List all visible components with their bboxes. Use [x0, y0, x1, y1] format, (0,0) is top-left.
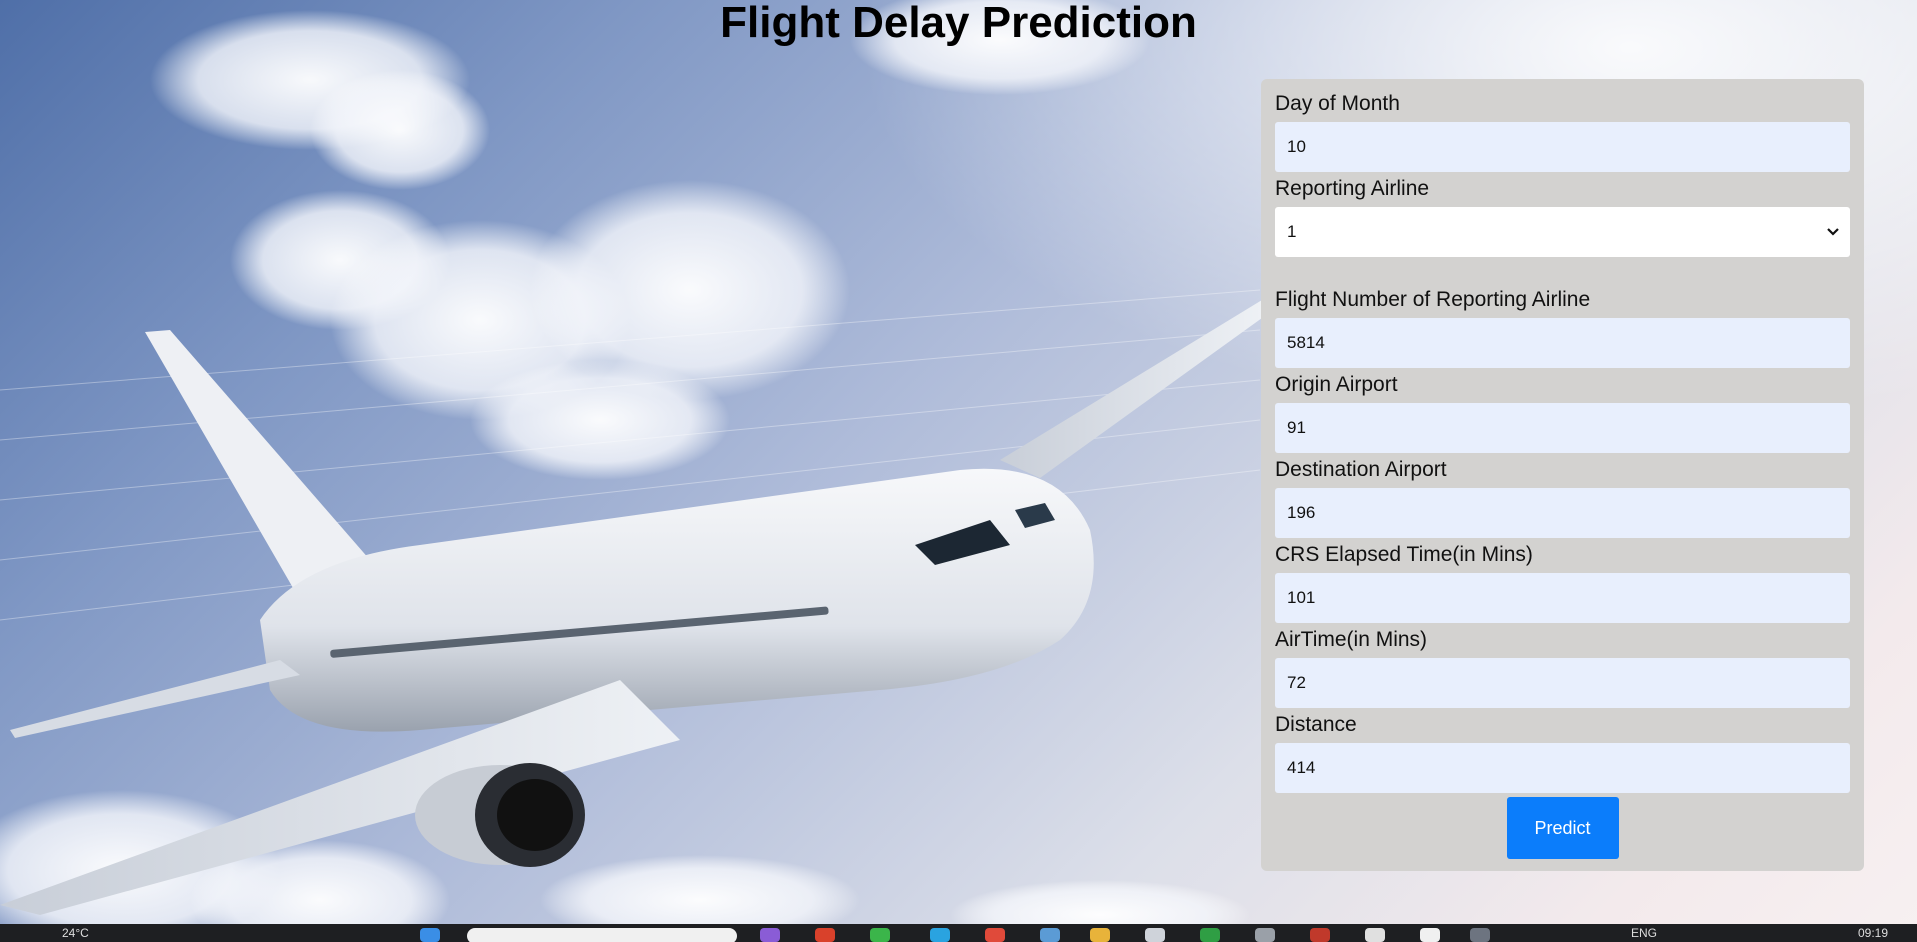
start-menu-icon[interactable]: [420, 928, 440, 942]
page-title: Flight Delay Prediction: [720, 0, 1197, 47]
field-crs-elapsed-time: CRS Elapsed Time(in Mins): [1275, 542, 1850, 623]
crs-elapsed-time-input[interactable]: [1275, 573, 1850, 623]
field-airtime: AirTime(in Mins): [1275, 627, 1850, 708]
os-taskbar: 24°C ENG 09:19: [0, 924, 1917, 942]
taskbar-app-icon[interactable]: [1365, 928, 1385, 942]
taskbar-app-icon[interactable]: [815, 928, 835, 942]
taskbar-app-icon[interactable]: [870, 928, 890, 942]
taskbar-app-icon[interactable]: [1200, 928, 1220, 942]
destination-airport-input[interactable]: [1275, 488, 1850, 538]
weather-widget[interactable]: 24°C: [62, 926, 89, 940]
distance-label: Distance: [1275, 713, 1357, 736]
reporting-airline-select[interactable]: 1: [1275, 207, 1850, 257]
taskbar-app-icon[interactable]: [930, 928, 950, 942]
chevron-down-icon: [1824, 207, 1842, 257]
language-indicator[interactable]: ENG: [1631, 926, 1657, 940]
day-of-month-label: Day of Month: [1275, 92, 1400, 115]
taskbar-app-icon[interactable]: [1090, 928, 1110, 942]
airtime-label: AirTime(in Mins): [1275, 628, 1428, 651]
taskbar-app-icon[interactable]: [1255, 928, 1275, 942]
field-flight-number: Flight Number of Reporting Airline: [1275, 287, 1850, 368]
taskbar-app-icon[interactable]: [1145, 928, 1165, 942]
flight-number-label: Flight Number of Reporting Airline: [1275, 288, 1591, 311]
predict-button[interactable]: Predict: [1506, 797, 1619, 859]
field-reporting-airline: Reporting Airline 1: [1275, 176, 1850, 257]
reporting-airline-selected-value: 1: [1287, 222, 1297, 241]
flight-number-input[interactable]: [1275, 318, 1850, 368]
field-distance: Distance: [1275, 712, 1850, 793]
taskbar-app-icon[interactable]: [760, 928, 780, 942]
clock[interactable]: 09:19: [1858, 926, 1888, 940]
distance-input[interactable]: [1275, 743, 1850, 793]
reporting-airline-label: Reporting Airline: [1275, 177, 1430, 200]
origin-airport-input[interactable]: [1275, 403, 1850, 453]
field-destination-airport: Destination Airport: [1275, 457, 1850, 538]
taskbar-app-icon[interactable]: [1310, 928, 1330, 942]
prediction-form: Day of Month Reporting Airline 1 Flight …: [1261, 79, 1864, 871]
taskbar-app-icon[interactable]: [1420, 928, 1440, 942]
taskbar-app-icon[interactable]: [1040, 928, 1060, 942]
crs-elapsed-time-label: CRS Elapsed Time(in Mins): [1275, 543, 1533, 566]
app-viewport: Flight Delay Prediction Day of Month Rep…: [0, 0, 1917, 942]
destination-airport-label: Destination Airport: [1275, 458, 1447, 481]
taskbar-app-icon[interactable]: [985, 928, 1005, 942]
field-day-of-month: Day of Month: [1275, 91, 1850, 172]
airtime-input[interactable]: [1275, 658, 1850, 708]
taskbar-search-box[interactable]: [467, 928, 737, 942]
origin-airport-label: Origin Airport: [1275, 373, 1398, 396]
field-origin-airport: Origin Airport: [1275, 372, 1850, 453]
taskbar-app-icon[interactable]: [1470, 928, 1490, 942]
day-of-month-input[interactable]: [1275, 122, 1850, 172]
